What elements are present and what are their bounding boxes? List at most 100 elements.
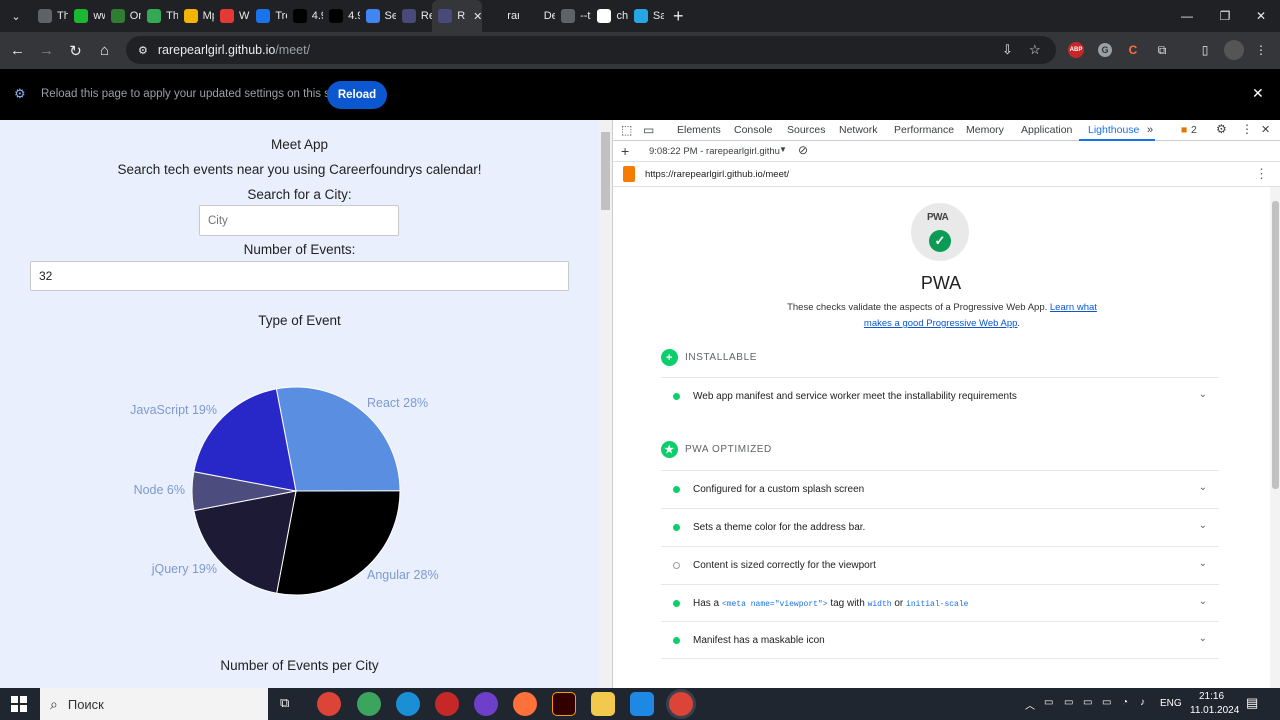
volume-icon[interactable]: ♪ — [1140, 697, 1145, 708]
browser-tab[interactable]: R ✕ — [432, 0, 483, 32]
file-explorer-icon[interactable] — [591, 692, 615, 716]
chrome-app-icon[interactable] — [317, 692, 341, 716]
browser-tab[interactable]: www. — [68, 0, 105, 32]
audit-viewport-size[interactable]: Content is sized correctly for the viewp… — [661, 546, 1219, 584]
forward-icon[interactable]: → — [32, 36, 61, 65]
browser-tab[interactable]: Saved — [628, 0, 664, 32]
devtools-menu-icon[interactable]: ⋮ — [1241, 122, 1253, 136]
browser-tab[interactable]: Settin — [360, 0, 396, 32]
browser-tab[interactable]: The S — [32, 0, 68, 32]
vscode-app-icon[interactable] — [630, 692, 654, 716]
chrome-menu-icon[interactable]: ⋮ — [1251, 40, 1271, 60]
profile-avatar[interactable] — [1224, 40, 1244, 60]
edge-app-icon[interactable] — [396, 692, 420, 716]
tab-application[interactable]: Application — [1021, 124, 1072, 136]
chevron-down-icon[interactable]: ⌄ — [1199, 389, 1207, 400]
notifications-icon[interactable]: ▤ — [1246, 695, 1258, 711]
side-panel-icon[interactable]: ▯ — [1195, 40, 1215, 60]
minimize-icon[interactable]: — — [1168, 0, 1206, 32]
audit-splash-screen[interactable]: Configured for a custom splash screen ⌄ — [661, 470, 1219, 508]
extension-c-icon[interactable]: C — [1123, 40, 1143, 60]
new-report-icon[interactable]: + — [621, 143, 629, 159]
audit-maskable-icon[interactable]: Manifest has a maskable icon ⌄ — [661, 621, 1219, 659]
reload-icon[interactable]: ↻ — [61, 36, 90, 65]
reload-button[interactable]: Reload — [327, 81, 387, 109]
chevron-down-icon[interactable]: ⌄ — [1199, 596, 1207, 607]
windows-start-icon[interactable] — [11, 696, 27, 712]
wifi-icon[interactable]: ◔ — [1122, 697, 1128, 708]
page-scrollbar[interactable] — [599, 120, 612, 688]
tray-app-icon[interactable]: ▭ — [1102, 697, 1111, 708]
city-search-input[interactable] — [199, 205, 399, 236]
report-menu-icon[interactable]: ⋮ — [1255, 166, 1268, 182]
browser-tab[interactable]: 4.9: Pr — [287, 0, 323, 32]
audit-meta-viewport[interactable]: Has a <meta name="viewport"> tag with wi… — [661, 584, 1219, 622]
more-tabs-icon[interactable]: » — [1147, 124, 1153, 136]
install-app-icon[interactable]: ⇩ — [1002, 42, 1013, 58]
tab-sources[interactable]: Sources — [787, 124, 826, 136]
issues-count[interactable]: 2 — [1191, 124, 1197, 136]
browser-tab[interactable]: Omni — [105, 0, 141, 32]
tab-memory[interactable]: Memory — [966, 124, 1004, 136]
chevron-down-icon[interactable]: ⌄ — [1199, 482, 1207, 493]
report-dropdown-icon[interactable]: ▼ — [779, 145, 787, 154]
tray-app-icon[interactable]: ▭ — [1044, 697, 1053, 708]
taskbar-search[interactable]: ⌕ Поиск — [40, 688, 268, 720]
devtools-close-icon[interactable]: ✕ — [1261, 123, 1270, 136]
grammarly-icon[interactable]: G — [1095, 40, 1115, 60]
adblock-icon[interactable]: ABP — [1066, 40, 1086, 60]
chevron-down-icon[interactable]: ⌄ — [1199, 520, 1207, 531]
task-view-icon[interactable]: ⧉ — [280, 695, 289, 711]
tab-elements[interactable]: Elements — [677, 124, 721, 136]
clock-date[interactable]: 11.01.2024 — [1190, 705, 1239, 716]
tab-console[interactable]: Console — [734, 124, 773, 136]
new-tab-button[interactable]: + — [664, 6, 692, 27]
audit-installability[interactable]: Web app manifest and service worker meet… — [661, 377, 1219, 415]
browser-tab[interactable]: The M — [141, 0, 178, 32]
language-indicator[interactable]: ENG — [1160, 698, 1182, 709]
browser-tab[interactable]: 4.9: Pr — [323, 0, 360, 32]
chatgpt-app-icon[interactable] — [357, 692, 381, 716]
brave-app-icon[interactable] — [435, 692, 459, 716]
inspect-element-icon[interactable]: ⬚ — [621, 123, 632, 137]
infobar-close-icon[interactable]: ✕ — [1252, 85, 1264, 102]
tab-performance[interactable]: Performance — [894, 124, 954, 136]
clock-time[interactable]: 21:16 — [1199, 691, 1224, 702]
illustrator-app-icon[interactable] — [552, 692, 576, 716]
address-bar[interactable]: ⚙ rarepearlgirl.github.io/meet/ ⇩ ☆ — [126, 36, 1056, 64]
report-selector[interactable]: 9:08:22 PM - rarepearlgirl.githu — [649, 146, 780, 157]
tray-app-icon[interactable]: ▭ — [1064, 697, 1073, 708]
issues-icon[interactable]: ■ — [1181, 124, 1187, 136]
audit-theme-color[interactable]: Sets a theme color for the address bar. … — [661, 508, 1219, 546]
bookmark-star-icon[interactable]: ☆ — [1029, 42, 1041, 58]
browser-tab[interactable]: --temp — [555, 0, 591, 32]
report-scrollbar[interactable] — [1270, 187, 1280, 688]
number-of-events-input[interactable] — [30, 261, 569, 291]
tab-search-icon[interactable]: ⌄ — [0, 0, 32, 32]
chrome-active-app-icon[interactable] — [669, 692, 693, 716]
browser-tab[interactable]: rarep — [482, 0, 519, 32]
chevron-down-icon[interactable]: ⌄ — [1199, 633, 1207, 644]
home-icon[interactable]: ⌂ — [90, 36, 119, 65]
extensions-puzzle-icon[interactable]: ⧉ — [1152, 40, 1172, 60]
browser-tab[interactable]: chron — [591, 0, 628, 32]
browser-tab[interactable]: Trent — [250, 0, 287, 32]
device-toolbar-icon[interactable]: ▭ — [643, 123, 654, 137]
github-desktop-icon[interactable] — [474, 692, 498, 716]
chevron-down-icon[interactable]: ⌄ — [1199, 558, 1207, 569]
back-icon[interactable]: ← — [3, 36, 32, 65]
clear-reports-icon[interactable]: ⊘ — [798, 143, 808, 157]
site-info-icon[interactable]: ⚙ — [138, 44, 148, 57]
tray-app-icon[interactable]: ▭ — [1083, 697, 1092, 708]
firefox-app-icon[interactable] — [513, 692, 537, 716]
browser-tab[interactable]: React — [396, 0, 432, 32]
maximize-icon[interactable]: ❐ — [1206, 0, 1244, 32]
tab-lighthouse[interactable]: Lighthouse — [1088, 124, 1139, 136]
browser-tab[interactable]: Мра — [178, 0, 214, 32]
tab-network[interactable]: Network — [839, 124, 878, 136]
tab-close-icon[interactable]: ✕ — [473, 10, 482, 23]
browser-tab[interactable]: What — [214, 0, 250, 32]
browser-tab[interactable]: Deplo — [519, 0, 555, 32]
devtools-settings-icon[interactable]: ⚙ — [1216, 122, 1227, 136]
tray-overflow-icon[interactable]: ︿ — [1025, 697, 1035, 712]
